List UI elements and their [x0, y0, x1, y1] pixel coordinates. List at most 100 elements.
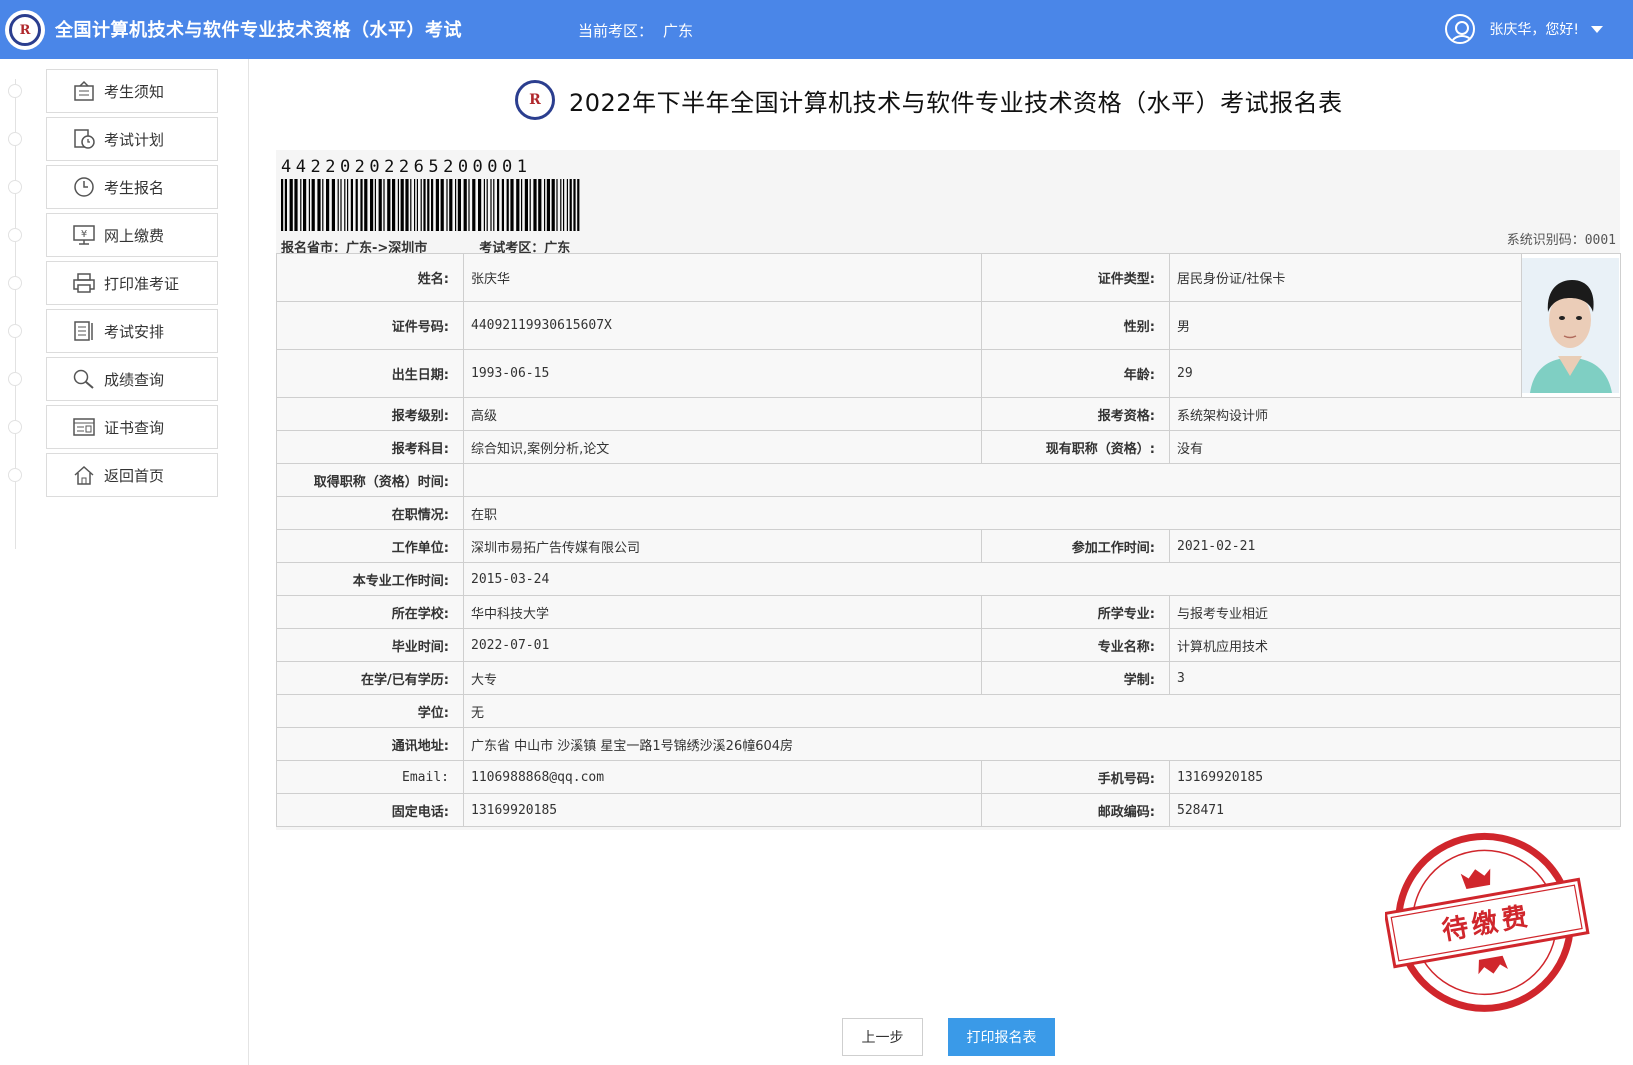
- field-value-major-relation: 与报考专业相近: [1169, 595, 1621, 629]
- table-row: 在学/已有学历: 大专 学制: 3: [276, 661, 1621, 695]
- table-row: 出生日期: 1993-06-15 年龄: 29: [276, 349, 1621, 398]
- exam-logo: R: [515, 80, 555, 120]
- timeline-dot: [8, 372, 22, 386]
- payment-pending-stamp: 待缴费: [1385, 832, 1590, 1012]
- timeline-dot: [8, 276, 22, 290]
- table-row: 在职情况: 在职: [276, 496, 1621, 530]
- field-label: 通讯地址:: [276, 727, 464, 761]
- field-value-major-name: 计算机应用技术: [1169, 628, 1621, 662]
- field-value-graduation: 2022-07-01: [463, 628, 982, 662]
- barcode-block: 44220202265200001 报名省市：广东->深圳市 考试考区：广东: [281, 157, 591, 256]
- home-icon: [74, 465, 94, 485]
- table-row: Email: 1106988868@qq.com 手机号码: 131699201…: [276, 760, 1621, 794]
- field-label: 姓名:: [276, 253, 464, 302]
- field-value-postcode: 528471: [1169, 793, 1621, 827]
- app-title: 全国计算机技术与软件专业技术资格（水平）考试: [55, 20, 462, 41]
- printer-icon: [73, 273, 95, 293]
- photo-cell: [1521, 253, 1621, 398]
- field-value-employer: 深圳市易拓广告传媒有限公司: [463, 529, 982, 563]
- field-value-age: 29: [1169, 349, 1522, 398]
- chevron-down-icon[interactable]: [1591, 25, 1603, 33]
- sidebar-item-label: 打印准考证: [104, 274, 180, 293]
- form-header: R 2022年下半年全国计算机技术与软件专业技术资格（水平）考试报名表: [515, 80, 1343, 120]
- prev-step-button[interactable]: 上一步: [842, 1018, 923, 1056]
- user-avatar-icon[interactable]: [1445, 14, 1476, 44]
- notice-icon: [74, 80, 94, 101]
- field-value-major-work: 2015-03-24: [463, 562, 1621, 596]
- sidebar-item-label: 考生须知: [104, 82, 165, 101]
- certificate-icon: [73, 418, 95, 436]
- exam-logo: R: [5, 10, 45, 50]
- field-label: 在学/已有学历:: [276, 661, 464, 695]
- sidebar-item-label: 考试安排: [104, 322, 165, 341]
- field-value-work-start: 2021-02-21: [1169, 529, 1621, 563]
- sidebar-item-notice[interactable]: 考生须知: [46, 69, 218, 113]
- table-row: 报考科目: 综合知识,案例分析,论文 现有职称（资格）: 没有: [276, 430, 1621, 464]
- barcode-image: [281, 179, 580, 231]
- user-greeting[interactable]: 张庆华，您好!: [1489, 19, 1579, 39]
- document-list-icon: [74, 321, 93, 341]
- sidebar-item-payment[interactable]: ¥ 网上缴费: [46, 213, 218, 257]
- magnifier-icon: [73, 369, 94, 389]
- region-label: 当前考区：: [578, 22, 654, 40]
- field-label: 手机号码:: [981, 760, 1170, 794]
- field-label: 现有职称（资格）:: [981, 430, 1170, 464]
- table-row: 取得职称（资格）时间:: [276, 463, 1621, 497]
- field-value-employment: 在职: [463, 496, 1621, 530]
- table-row: 报考级别: 高级 报考资格: 系统架构设计师: [276, 397, 1621, 431]
- field-label: 固定电话:: [276, 793, 464, 827]
- field-label: 所学专业:: [981, 595, 1170, 629]
- page-title: 2022年下半年全国计算机技术与软件专业技术资格（水平）考试报名表: [569, 88, 1343, 117]
- sidebar: 考生须知 考试计划 考生报名 ¥ 网上缴费 打印准考证 考试安排 成绩查询 证书…: [0, 59, 249, 1065]
- table-row: 所在学校: 华中科技大学 所学专业: 与报考专业相近: [276, 595, 1621, 629]
- field-label: 参加工作时间:: [981, 529, 1170, 563]
- sidebar-item-print-ticket[interactable]: 打印准考证: [46, 261, 218, 305]
- print-form-button[interactable]: 打印报名表: [948, 1018, 1055, 1056]
- field-value-id-no: 44092119930615607X: [463, 301, 982, 350]
- field-value-school: 华中科技大学: [463, 595, 982, 629]
- timeline-dot: [8, 468, 22, 482]
- sidebar-item-label: 证书查询: [104, 418, 165, 437]
- field-value-address: 广东省 中山市 沙溪镇 星宝一路1号锦绣沙溪26幢604房: [463, 727, 1621, 761]
- sidebar-item-label: 成绩查询: [104, 370, 165, 389]
- sidebar-item-score-query[interactable]: 成绩查询: [46, 357, 218, 401]
- sidebar-item-exam-plan[interactable]: 考试计划: [46, 117, 218, 161]
- sidebar-item-arrangement[interactable]: 考试安排: [46, 309, 218, 353]
- field-label: Email:: [276, 760, 464, 794]
- field-value-qualification: 系统架构设计师: [1169, 397, 1621, 431]
- sidebar-item-label: 网上缴费: [104, 226, 165, 245]
- user-menu[interactable]: 张庆华，您好!: [1445, 14, 1603, 44]
- field-label: 毕业时间:: [276, 628, 464, 662]
- timeline-dot: [8, 180, 22, 194]
- field-label: 报考级别:: [276, 397, 464, 431]
- field-label: 本专业工作时间:: [276, 562, 464, 596]
- field-value-birth: 1993-06-15: [463, 349, 982, 398]
- sidebar-item-registration[interactable]: 考生报名: [46, 165, 218, 209]
- field-label: 报考资格:: [981, 397, 1170, 431]
- field-value-title: 没有: [1169, 430, 1621, 464]
- table-row: 毕业时间: 2022-07-01 专业名称: 计算机应用技术: [276, 628, 1621, 662]
- system-id: 系统识别码：0001: [1506, 233, 1616, 248]
- registration-table: 姓名: 张庆华 证件类型: 居民身份证/社保卡 证件号码: 4409211993…: [276, 253, 1621, 827]
- field-label: 学位:: [276, 694, 464, 728]
- field-value-subjects: 综合知识,案例分析,论文: [463, 430, 982, 464]
- barcode-number: 44220202265200001: [281, 157, 532, 177]
- table-row: 本专业工作时间: 2015-03-24: [276, 562, 1621, 596]
- field-value-name: 张庆华: [463, 253, 982, 302]
- field-label: 邮政编码:: [981, 793, 1170, 827]
- sidebar-item-home[interactable]: 返回首页: [46, 453, 218, 497]
- field-value-education: 大专: [463, 661, 982, 695]
- field-label: 取得职称（资格）时间:: [276, 463, 464, 497]
- field-label: 学制:: [981, 661, 1170, 695]
- calendar-clock-icon: [74, 129, 95, 149]
- top-bar: R 全国计算机技术与软件专业技术资格（水平）考试 当前考区： 广东 张庆华，您好!: [0, 0, 1633, 59]
- field-value-gender: 男: [1169, 301, 1522, 350]
- sidebar-item-certificate-query[interactable]: 证书查询: [46, 405, 218, 449]
- payment-monitor-icon: ¥: [73, 225, 95, 245]
- field-label: 在职情况:: [276, 496, 464, 530]
- field-value-email: 1106988868@qq.com: [463, 760, 982, 794]
- field-label: 出生日期:: [276, 349, 464, 398]
- region-value: 广东: [663, 22, 694, 40]
- timeline-dot: [8, 324, 22, 338]
- timeline-dot: [8, 420, 22, 434]
